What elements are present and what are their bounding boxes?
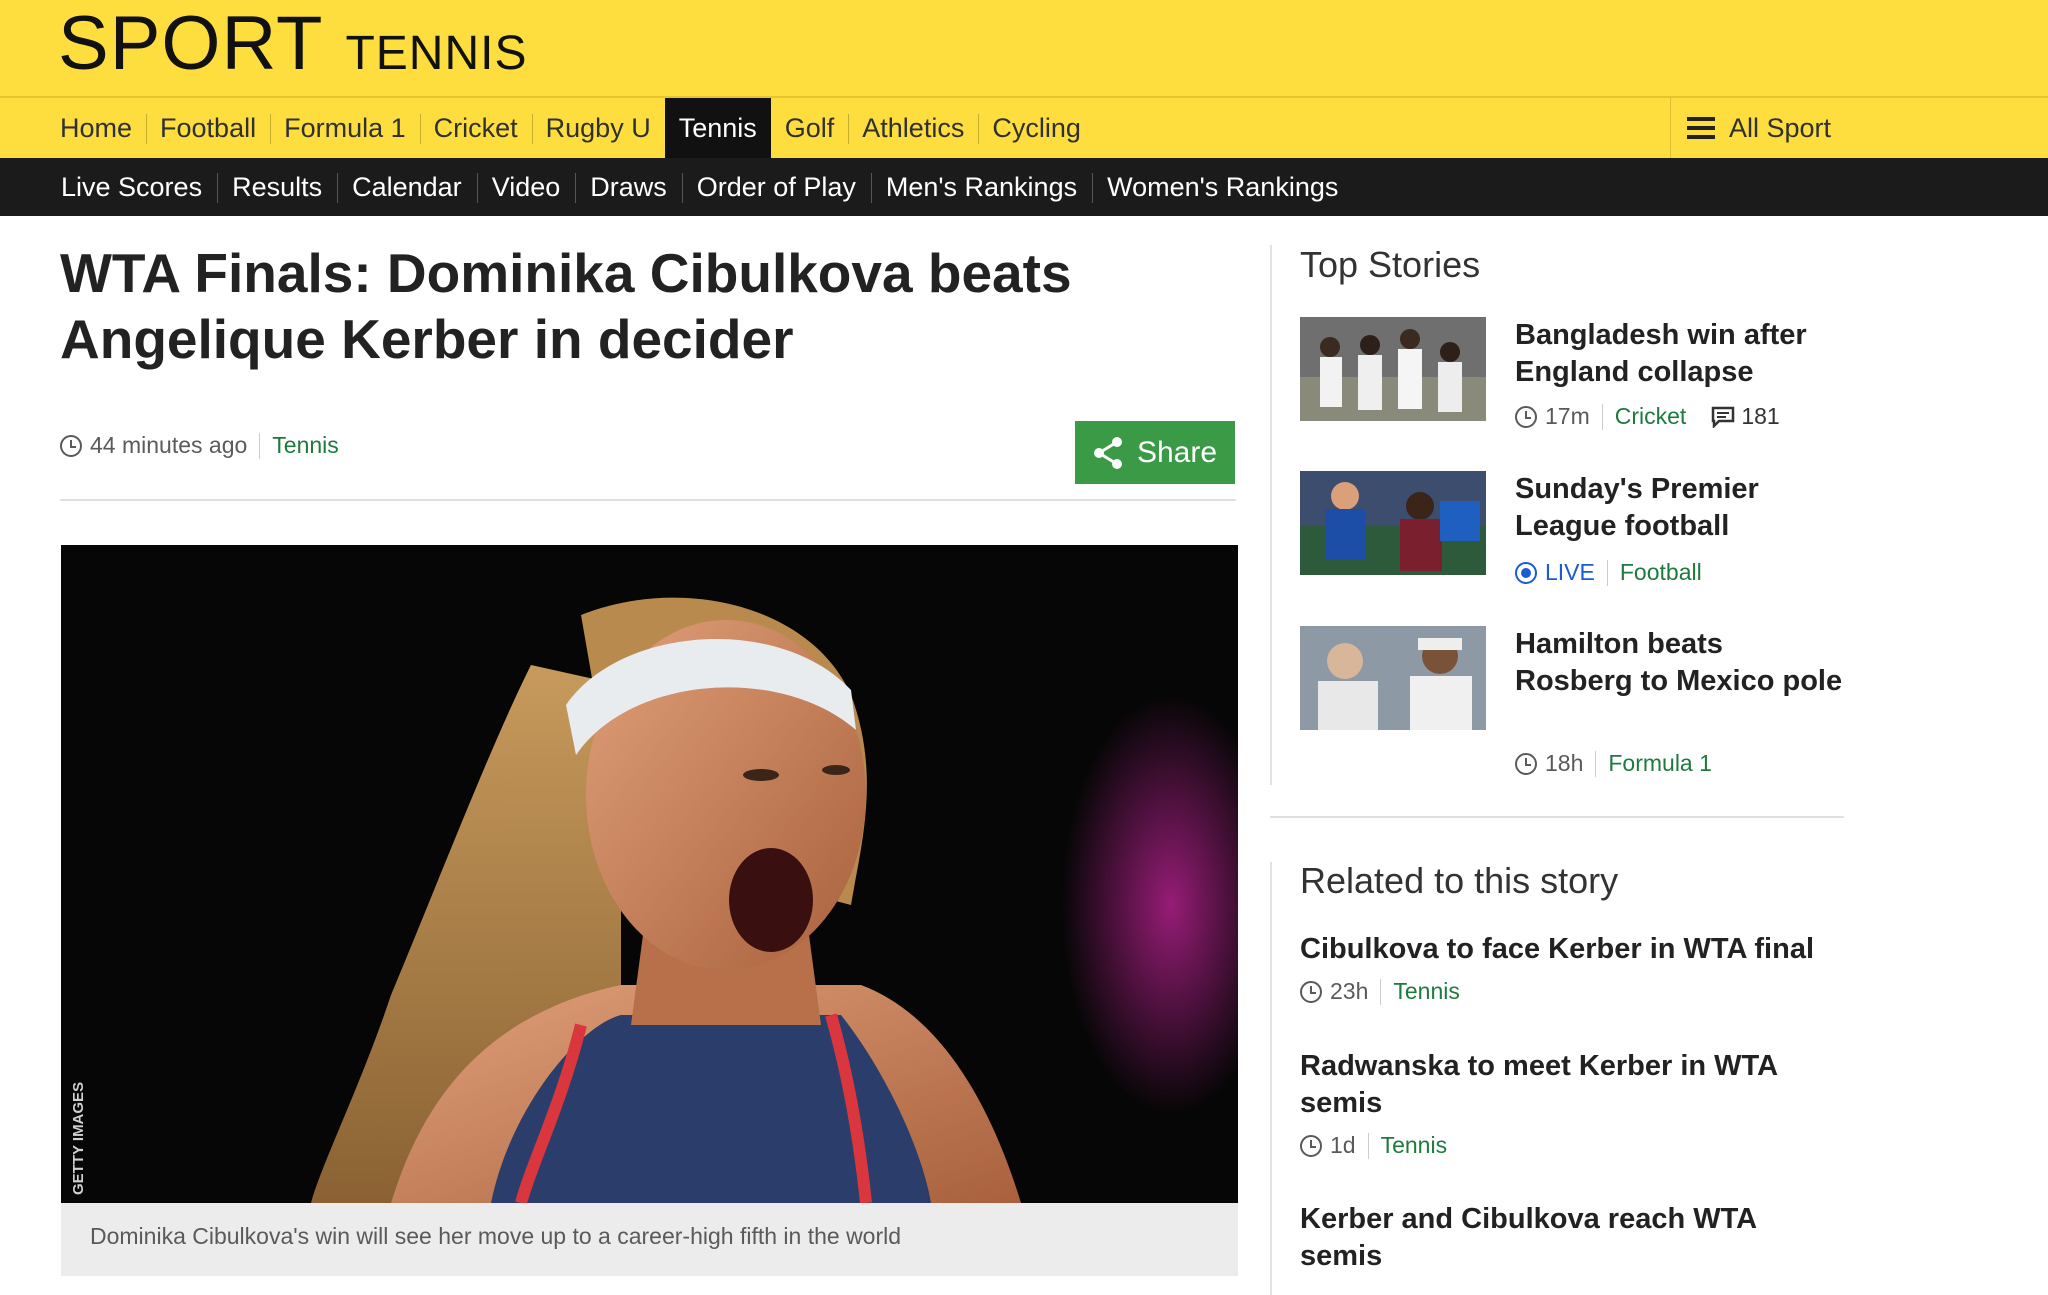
comments-icon[interactable] xyxy=(1711,406,1735,428)
story-thumbnail[interactable] xyxy=(1300,626,1486,730)
menu-icon xyxy=(1687,117,1715,139)
related-item[interactable]: Kerber and Cibulkova reach WTA semis xyxy=(1300,1201,1840,1275)
share-label: Share xyxy=(1136,435,1218,469)
story-meta: 17m Cricket 181 xyxy=(1515,403,1780,430)
live-label: LIVE xyxy=(1545,559,1595,585)
related-time: 1d xyxy=(1330,1132,1356,1158)
clock-icon xyxy=(1300,980,1322,1003)
story-tag-link[interactable]: Formula 1 xyxy=(1608,750,1712,777)
subnav-mens-rankings[interactable]: Men's Rankings xyxy=(870,158,1092,216)
related-meta: 23h Tennis xyxy=(1300,978,1840,1005)
related-meta: 1d Tennis xyxy=(1300,1132,1840,1159)
nav-home[interactable]: Home xyxy=(46,98,146,158)
story-headline[interactable]: Bangladesh win after England collapse xyxy=(1515,317,1845,391)
formula1-thumbnail-image xyxy=(1300,626,1486,730)
related-title: Related to this story xyxy=(1300,860,1619,901)
subnav-calendar[interactable]: Calendar xyxy=(337,158,477,216)
related-time: 23h xyxy=(1330,978,1369,1004)
meta-divider xyxy=(1367,1132,1369,1159)
sidebar-divider xyxy=(1270,862,1272,1295)
clock-icon xyxy=(1515,405,1537,428)
secondary-nav: Live Scores Results Calendar Video Draws… xyxy=(0,158,2048,216)
story-time: 17m xyxy=(1545,403,1590,429)
story-meta: LIVE Football xyxy=(1515,559,1702,586)
clock-icon xyxy=(1300,1134,1322,1157)
top-stories-title: Top Stories xyxy=(1300,244,1481,285)
related-item[interactable]: Radwanska to meet Kerber in WTA semis 1d… xyxy=(1300,1048,1840,1159)
live-icon xyxy=(1515,561,1537,584)
story-time: 18h xyxy=(1545,750,1584,776)
story-headline[interactable]: Sunday's Premier League football xyxy=(1515,471,1845,545)
related-tag-link[interactable]: Tennis xyxy=(1381,1132,1447,1159)
related-headline[interactable]: Kerber and Cibulkova reach WTA semis xyxy=(1300,1201,1820,1275)
all-sport-label: All Sport xyxy=(1729,112,1832,143)
story-meta: 18h Formula 1 xyxy=(1515,750,1712,777)
photo-caption: Dominika Cibulkova's win will see her mo… xyxy=(61,1203,1238,1276)
article-tag-link[interactable]: Tennis xyxy=(272,432,338,459)
subnav-live-scores[interactable]: Live Scores xyxy=(46,158,217,216)
related-headline[interactable]: Cibulkova to face Kerber in WTA final xyxy=(1300,931,1840,968)
share-button[interactable]: Share xyxy=(1075,421,1235,484)
brand-sport: SPORT xyxy=(58,1,324,86)
comment-count[interactable]: 181 xyxy=(1741,403,1779,430)
live-indicator: LIVE xyxy=(1515,559,1595,586)
clock-icon xyxy=(60,434,82,457)
tennis-player-photo: GETTY IMAGES xyxy=(61,545,1238,1203)
meta-divider xyxy=(1380,978,1382,1005)
story-thumbnail[interactable] xyxy=(1300,317,1486,421)
article-headline: WTA Finals: Dominika Cibulkova beats Ang… xyxy=(60,242,1072,370)
share-icon xyxy=(1093,436,1122,469)
subnav-womens-rankings[interactable]: Women's Rankings xyxy=(1092,158,1353,216)
meta-divider xyxy=(1601,403,1603,430)
related-headline[interactable]: Radwanska to meet Kerber in WTA semis xyxy=(1300,1048,1820,1122)
meta-divider xyxy=(259,432,261,459)
nav-tennis[interactable]: Tennis xyxy=(664,98,771,158)
subnav-video[interactable]: Video xyxy=(476,158,576,216)
nav-athletics[interactable]: Athletics xyxy=(848,98,978,158)
sidebar-section-divider xyxy=(1270,816,1844,818)
all-sport-button[interactable]: All Sport xyxy=(1670,98,2048,158)
story-thumbnail[interactable] xyxy=(1300,471,1486,575)
related-item[interactable]: Cibulkova to face Kerber in WTA final 23… xyxy=(1300,931,1840,1005)
article-timestamp: 44 minutes ago xyxy=(90,432,248,458)
cricket-thumbnail-image xyxy=(1300,317,1486,421)
masthead: SPORT TENNIS xyxy=(0,0,2048,98)
brand-section: TENNIS xyxy=(345,27,528,80)
clock-icon xyxy=(1515,752,1537,775)
article-meta: 44 minutes ago Tennis xyxy=(60,432,339,459)
nav-rugby-union[interactable]: Rugby U xyxy=(531,98,665,158)
story-tag-link[interactable]: Cricket xyxy=(1615,403,1687,430)
meta-spacer xyxy=(1698,404,1699,430)
sidebar-divider xyxy=(1270,245,1272,785)
football-thumbnail-image xyxy=(1300,471,1486,575)
article-photo: GETTY IMAGES xyxy=(61,545,1238,1203)
subnav-results[interactable]: Results xyxy=(217,158,337,216)
article-divider xyxy=(60,499,1236,501)
meta-divider xyxy=(1595,750,1597,777)
story-tag-link[interactable]: Football xyxy=(1620,559,1702,586)
subnav-draws[interactable]: Draws xyxy=(575,158,682,216)
nav-golf[interactable]: Golf xyxy=(771,98,849,158)
primary-nav: Home Football Formula 1 Cricket Rugby U … xyxy=(0,98,2048,158)
subnav-order-of-play[interactable]: Order of Play xyxy=(681,158,871,216)
nav-cycling[interactable]: Cycling xyxy=(978,98,1095,158)
related-tag-link[interactable]: Tennis xyxy=(1393,978,1459,1005)
nav-formula-1[interactable]: Formula 1 xyxy=(270,98,420,158)
nav-football[interactable]: Football xyxy=(146,98,270,158)
photo-credit: GETTY IMAGES xyxy=(70,1082,87,1195)
meta-divider xyxy=(1606,559,1608,586)
story-headline[interactable]: Hamilton beats Rosberg to Mexico pole xyxy=(1515,626,1845,700)
site-logo[interactable]: SPORT TENNIS xyxy=(58,4,527,84)
nav-cricket[interactable]: Cricket xyxy=(419,98,532,158)
